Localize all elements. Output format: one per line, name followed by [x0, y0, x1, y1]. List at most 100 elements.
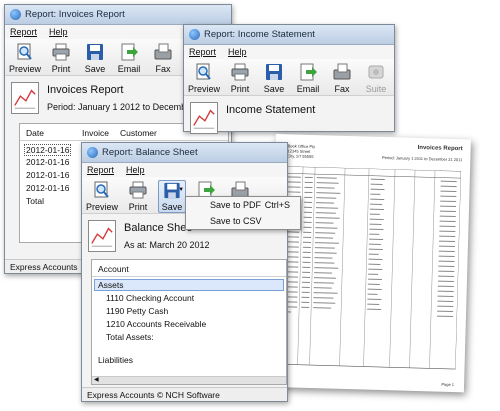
print-button[interactable]: Print — [124, 180, 152, 213]
print-label: Print — [128, 202, 148, 212]
fax-button[interactable]: Fax — [149, 42, 177, 75]
horizontal-scrollbar[interactable]: ◀ — [92, 376, 286, 384]
fax-icon — [154, 43, 172, 60]
suite-label: Suite — [365, 84, 387, 94]
save-button[interactable]: Save — [81, 42, 109, 75]
invoices-report-period: Period: January 1 2012 to December — [47, 102, 195, 112]
save-to-pdf-label: Save to PDF — [210, 200, 262, 210]
report-graph-icon — [190, 102, 218, 134]
report-graph-icon — [11, 82, 39, 114]
balance-sheet-window: Report: Balance Sheet Report Help Previe… — [81, 142, 288, 402]
menu-report[interactable]: Report — [87, 165, 114, 175]
save-button[interactable]: Save — [260, 62, 288, 95]
fax-icon — [333, 63, 351, 80]
balance-status-bar: Express Accounts © NCH Software — [82, 387, 287, 401]
table-row-total: Total — [26, 196, 44, 206]
magnifier-icon — [196, 63, 211, 80]
save-button[interactable]: Save ▼ — [158, 180, 187, 213]
app-icon — [87, 147, 98, 158]
balance-window-title: Report: Balance Sheet — [102, 147, 198, 158]
preview-label: Preview — [9, 64, 42, 74]
table-row[interactable]: 1190 Petty Cash — [106, 306, 168, 316]
menu-help[interactable]: Help — [126, 165, 145, 175]
menu-report[interactable]: Report — [10, 27, 37, 37]
save-label: Save — [263, 84, 285, 94]
income-title-bar[interactable]: Report: Income Statement — [184, 25, 394, 45]
income-menu-bar: Report Help — [184, 45, 394, 59]
balance-menu-bar: Report Help — [82, 163, 287, 177]
email-export-icon — [121, 43, 139, 61]
fax-button[interactable]: Fax — [328, 62, 356, 95]
income-statement-window: Report: Income Statement Report Help Pre… — [183, 24, 395, 134]
floppy-disk-icon — [87, 44, 104, 60]
report-graph-icon — [88, 220, 116, 252]
column-header-invoice[interactable]: Invoice — [82, 128, 109, 138]
suite-button[interactable]: Suite — [362, 62, 390, 95]
magnifier-icon — [94, 181, 109, 198]
table-row[interactable]: 1210 Accounts Receivable — [106, 319, 206, 329]
printout-table-grid — [279, 166, 462, 370]
balance-title-bar[interactable]: Report: Balance Sheet — [82, 143, 287, 163]
invoices-report-printout: Invoices Report Book Office Pty 12345 St… — [268, 134, 471, 393]
column-header-customer[interactable]: Customer — [120, 128, 157, 138]
table-row[interactable]: 2012-01-16 — [24, 144, 72, 156]
invoices-report-heading: Invoices Report — [47, 84, 124, 96]
print-label: Print — [230, 84, 250, 94]
preview-button[interactable]: Preview — [188, 62, 220, 95]
scroll-left-icon[interactable]: ◀ — [94, 376, 99, 383]
table-row[interactable]: Total Assets: — [106, 332, 154, 342]
table-row[interactable]: 1110 Checking Account — [106, 293, 194, 303]
fax-label: Fax — [334, 84, 350, 94]
column-header-account[interactable]: Account — [98, 264, 129, 274]
table-row-selected[interactable]: Assets — [94, 279, 284, 291]
floppy-disk-icon — [266, 64, 282, 80]
menu-report[interactable]: Report — [189, 47, 216, 57]
save-label: Save — [161, 202, 183, 212]
preview-button[interactable]: Preview — [9, 42, 41, 75]
invoices-title-bar[interactable]: Report: Invoices Report — [5, 5, 231, 25]
printer-icon — [231, 63, 249, 81]
email-button[interactable]: Email — [294, 62, 322, 95]
save-to-csv-menu-item[interactable]: Save to CSV — [186, 213, 300, 229]
app-icon — [10, 9, 21, 20]
save-to-csv-label: Save to CSV — [210, 216, 262, 226]
invoices-window-title: Report: Invoices Report — [25, 9, 125, 20]
menu-help[interactable]: Help — [49, 27, 68, 37]
table-row[interactable]: 2012-01-16 — [26, 183, 69, 193]
income-window-title: Report: Income Statement — [204, 29, 315, 40]
printout-period: Period: January 1 2011 to December 31 20… — [381, 154, 463, 163]
preview-label: Preview — [86, 202, 119, 212]
printout-title: Invoices Report — [417, 144, 463, 153]
printout-company-line: City, ST 55555 — [287, 153, 314, 160]
income-toolbar: Preview Print Save Email Fax Suite — [184, 59, 394, 96]
suite-icon — [368, 65, 384, 79]
fax-label: Fax — [155, 64, 171, 74]
table-row[interactable]: Liabilities — [98, 355, 133, 365]
save-dropdown-menu: Save to PDF Ctrl+S Save to CSV — [185, 196, 301, 230]
email-export-icon — [300, 63, 317, 81]
preview-button[interactable]: Preview — [86, 180, 118, 213]
preview-label: Preview — [188, 84, 221, 94]
balance-report-date: As at: March 20 2012 — [124, 240, 210, 250]
print-label: Print — [51, 64, 71, 74]
print-button[interactable]: Print — [47, 42, 75, 75]
magnifier-icon — [17, 43, 32, 60]
app-icon — [189, 29, 200, 40]
table-row[interactable]: 2012-01-16 — [26, 157, 69, 167]
printout-page-number: Page 1 — [441, 381, 455, 387]
balance-report-table[interactable]: Account Assets 1110 Checking Account 119… — [91, 259, 287, 385]
printer-icon — [52, 43, 70, 61]
save-to-pdf-menu-item[interactable]: Save to PDF Ctrl+S — [186, 197, 300, 213]
save-label: Save — [84, 64, 106, 74]
print-button[interactable]: Print — [226, 62, 254, 95]
printer-icon — [129, 181, 147, 199]
menu-help[interactable]: Help — [228, 47, 247, 57]
dropdown-arrow-icon[interactable]: ▼ — [178, 187, 184, 193]
email-label: Email — [117, 64, 141, 74]
column-header-date[interactable]: Date — [26, 128, 44, 138]
email-label: Email — [296, 84, 320, 94]
income-report-heading: Income Statement — [226, 104, 316, 116]
save-to-pdf-shortcut: Ctrl+S — [264, 200, 290, 210]
email-button[interactable]: Email — [115, 42, 143, 75]
table-row[interactable]: 2012-01-16 — [26, 170, 69, 180]
